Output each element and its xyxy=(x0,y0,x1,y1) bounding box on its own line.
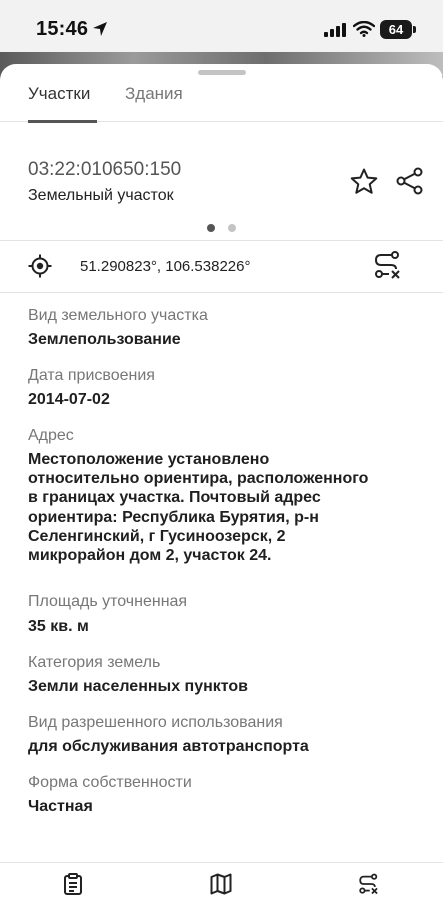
divider xyxy=(0,292,443,293)
field-value-parcel-kind: Землепользование xyxy=(28,331,181,348)
battery-tip xyxy=(413,26,416,33)
pager-dot[interactable] xyxy=(228,224,236,232)
field-value-ownership: Частная xyxy=(28,798,93,815)
status-bar: 15:46 64 xyxy=(0,0,443,58)
tab-bar: Участки Здания xyxy=(0,76,443,123)
divider xyxy=(0,240,443,241)
field-value-land-category: Земли населенных пунктов xyxy=(28,678,249,695)
address-line: относительно ориентира, расположенного xyxy=(28,470,369,488)
field-label-parcel-kind: Вид земельного участка xyxy=(28,307,208,324)
map-icon[interactable] xyxy=(210,873,232,895)
field-label-land-category: Категория земель xyxy=(28,654,161,671)
battery-indicator: 64 xyxy=(380,20,412,39)
field-label-area: Площадь уточненная xyxy=(28,593,188,610)
address-line: Местоположение установлено xyxy=(28,451,270,468)
field-label-ownership: Форма собственности xyxy=(28,774,192,791)
cellular-signal-icon xyxy=(324,23,346,37)
share-icon[interactable] xyxy=(396,167,424,195)
status-time: 15:46 xyxy=(36,18,89,40)
clipboard-icon[interactable] xyxy=(62,873,84,895)
crosshair-icon[interactable] xyxy=(28,254,52,278)
bottom-navigation xyxy=(0,862,443,900)
tab-parcels[interactable]: Участки xyxy=(28,84,90,104)
address-line: ориентира: Республика Бурятия, р-н xyxy=(28,508,319,526)
parcel-cadastral-number: 03:22:010650:150 xyxy=(28,159,182,180)
tab-buildings[interactable]: Здания xyxy=(125,84,183,104)
field-label-address: Адрес xyxy=(28,427,74,444)
address-line: в границах участка. Почтовый адрес xyxy=(28,489,321,507)
parcel-type: Земельный участок xyxy=(28,187,174,204)
sheet-drag-handle[interactable] xyxy=(198,70,246,75)
parcel-sheet: Участки Здания 03:22:010650:150 Земельны… xyxy=(0,64,443,900)
field-label-permitted-use: Вид разрешенного использования xyxy=(28,714,283,731)
field-value-address: Местоположение установлено относительно … xyxy=(28,450,418,565)
wifi-icon xyxy=(353,21,375,37)
field-value-permitted-use: для обслуживания автотранспорта xyxy=(28,738,309,755)
star-icon[interactable] xyxy=(349,167,379,197)
pager-dot-active[interactable] xyxy=(207,224,215,232)
field-value-area: 35 кв. м xyxy=(28,618,89,635)
active-tab-indicator xyxy=(28,120,97,123)
address-line: Селенгинский, г Гусиноозерск, 2 xyxy=(28,527,286,545)
location-arrow-icon xyxy=(93,22,107,36)
field-label-assignment-date: Дата присвоения xyxy=(28,367,155,384)
route-cancel-icon[interactable] xyxy=(358,873,380,895)
field-value-assignment-date: 2014-07-02 xyxy=(28,391,110,408)
address-line: микрорайон дом 2, участок 24. xyxy=(28,547,272,565)
coordinates-text[interactable]: 51.290823°, 106.538226° xyxy=(80,258,251,275)
route-cancel-icon[interactable] xyxy=(373,250,403,280)
